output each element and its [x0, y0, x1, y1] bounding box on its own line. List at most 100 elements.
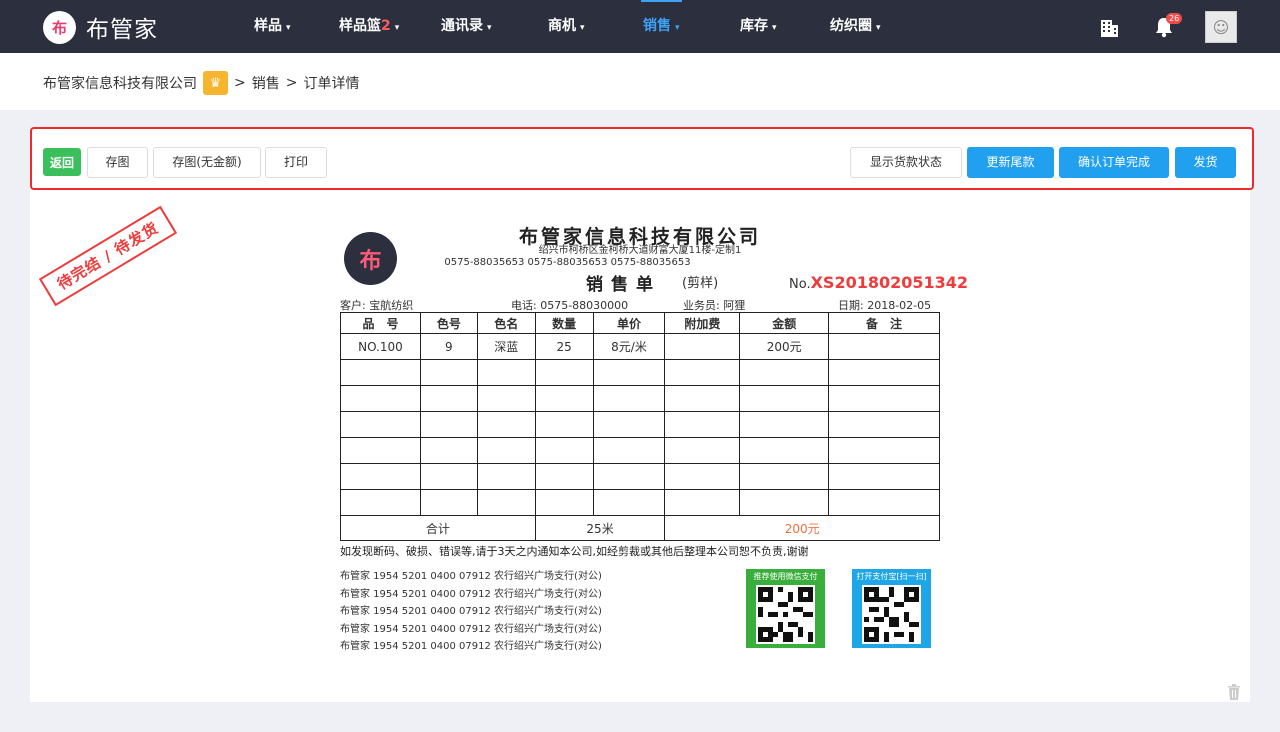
- print-button[interactable]: 打印: [265, 147, 327, 178]
- back-button[interactable]: 返回: [43, 148, 81, 176]
- total-quantity: 25米: [534, 515, 666, 541]
- confirm-complete-button[interactable]: 确认订单完成: [1059, 147, 1169, 178]
- empty-table-row: [340, 463, 940, 490]
- order-number-prefix: No.: [789, 277, 811, 292]
- total-label: 合计: [340, 515, 536, 541]
- table-cell: NO.100: [340, 333, 421, 360]
- order-number: No.XS201802051342: [789, 273, 968, 292]
- logo-icon: 布: [43, 10, 76, 44]
- bank-account-line: 布管家 1954 5201 0400 07912 农行绍兴广场支行(对公): [340, 624, 602, 635]
- chevron-down-icon: ▾: [675, 23, 680, 33]
- alipay-caption: 打开支付宝[扫一扫]: [856, 572, 927, 581]
- nav-item-label: 库存: [740, 18, 768, 34]
- show-payment-status-button[interactable]: 显示货款状态: [850, 147, 962, 178]
- column-header: 色名: [476, 312, 536, 334]
- column-header: 色号: [419, 312, 478, 334]
- salesperson-info: 业务员: 阿狸: [683, 299, 746, 312]
- nav-item-label: 纺织圈: [830, 18, 872, 34]
- nav-item-inventory[interactable]: 库存 ▾: [740, 0, 777, 53]
- app-name: 布管家: [86, 17, 158, 43]
- nav-item-opportunities[interactable]: 商机 ▾: [548, 0, 585, 53]
- nav-item-sample-basket[interactable]: 样品篮2 ▾: [339, 0, 399, 53]
- column-header: 备 注: [828, 312, 940, 334]
- breadcrumb-order-detail: 订单详情: [303, 76, 360, 92]
- nav-item-label: 销售: [643, 18, 671, 34]
- return-policy-notice: 如发现断码、破损、错误等,请于3天之内通知本公司,如经剪裁或其他后整理本公司恕不…: [340, 545, 809, 558]
- column-header: 数量: [534, 312, 594, 334]
- company-address: 绍兴市柯桥区金柯桥大道财富大厦11楼-定制1: [538, 245, 742, 256]
- nav-item-contacts[interactable]: 通讯录 ▾: [441, 0, 492, 53]
- chevron-down-icon: ▾: [876, 23, 881, 33]
- table-cell: 8元/米: [592, 333, 666, 360]
- nav-item-label: 通讯录: [441, 18, 483, 34]
- empty-table-row: [340, 385, 940, 412]
- wechat-pay-qr: 推荐使用微信支付: [746, 569, 825, 648]
- nav-item-label: 商机: [548, 18, 576, 34]
- qr-code-icon: [862, 585, 921, 644]
- nav-item-label: 样品: [254, 18, 282, 34]
- chevron-down-icon: ▾: [772, 23, 777, 33]
- alipay-qr: 打开支付宝[扫一扫]: [852, 569, 931, 648]
- breadcrumb-separator: >: [285, 75, 298, 91]
- table-cell: 200元: [739, 333, 830, 360]
- order-number-value: XS201802051342: [810, 273, 969, 292]
- notification-badge: 26: [1166, 13, 1183, 24]
- building-icon[interactable]: [1098, 16, 1120, 42]
- table-header-row: 品 号 色号 色名 数量 单价 附加费 金额 备 注: [340, 312, 940, 334]
- document-title: 销售单: [586, 275, 661, 295]
- empty-table-row: [340, 411, 940, 438]
- breadcrumb-sales[interactable]: 销售: [252, 73, 280, 93]
- wechat-pay-caption: 推荐使用微信支付: [753, 572, 818, 581]
- company-phones: 0575-88035653 0575-88035653 0575-8803565…: [444, 257, 691, 268]
- top-navbar: 布 布管家 样品 ▾ 样品篮2 ▾ 通讯录 ▾ 商机 ▾ 销售 ▾ 库存 ▾ 纺织圈 ▾ 26…: [0, 0, 1280, 53]
- empty-table-row: [340, 437, 940, 464]
- chevron-down-icon: ▾: [394, 23, 400, 33]
- nav-item-sales[interactable]: 销售 ▾: [641, 0, 682, 53]
- breadcrumb-bar: 布管家信息科技有限公司 ♛ > 销售 > 订单详情: [0, 53, 1280, 110]
- column-header: 附加费: [664, 312, 741, 334]
- qr-code-icon: [756, 585, 815, 644]
- column-header: 单价: [592, 312, 666, 334]
- table-cell: 25: [534, 333, 594, 360]
- trash-icon[interactable]: [1227, 684, 1241, 704]
- total-row: 合计 25米 200元: [340, 515, 940, 541]
- column-header: 品 号: [340, 312, 421, 334]
- document-subtitle: (剪样): [682, 276, 719, 291]
- chevron-down-icon: ▾: [487, 23, 492, 33]
- breadcrumb-separator: >: [234, 75, 246, 91]
- basket-count: 2: [381, 18, 391, 34]
- phone-info: 电话: 0575-88030000: [511, 299, 629, 312]
- date-info: 日期: 2018-02-05: [838, 299, 932, 312]
- save-image-no-amount-button[interactable]: 存图(无金额): [153, 147, 261, 178]
- total-amount: 200元: [664, 515, 940, 541]
- table-cell: [828, 333, 940, 360]
- nav-item-samples[interactable]: 样品 ▾: [254, 0, 291, 53]
- bank-account-line: 布管家 1954 5201 0400 07912 农行绍兴广场支行(对公): [340, 589, 602, 600]
- ship-button[interactable]: 发货: [1175, 147, 1236, 178]
- nav-item-textile-circle[interactable]: 纺织圈 ▾: [830, 0, 881, 53]
- table-cell: [664, 333, 741, 360]
- chevron-down-icon: ▾: [286, 23, 291, 33]
- company-logo-glyph: 布: [359, 248, 382, 274]
- bank-account-line: 布管家 1954 5201 0400 07912 农行绍兴广场支行(对公): [340, 606, 602, 617]
- customer-info: 客户: 宝航纺织: [340, 299, 414, 312]
- column-header: 金额: [739, 312, 830, 334]
- breadcrumb-company[interactable]: 布管家信息科技有限公司: [43, 73, 197, 93]
- app-logo[interactable]: 布 布管家: [43, 10, 158, 44]
- update-balance-button[interactable]: 更新尾款: [967, 147, 1054, 178]
- bank-account-line: 布管家 1954 5201 0400 07912 农行绍兴广场支行(对公): [340, 641, 602, 652]
- nav-item-label: 样品篮: [339, 18, 381, 34]
- empty-table-row: [340, 489, 940, 516]
- table-cell: 深蓝: [476, 333, 536, 360]
- breadcrumb: 布管家信息科技有限公司 ♛ > 销售 > 订单详情: [43, 71, 365, 95]
- bank-account-line: 布管家 1954 5201 0400 07912 农行绍兴广场支行(对公): [340, 571, 602, 582]
- company-logo: 布: [344, 232, 397, 285]
- empty-table-row: [340, 359, 940, 386]
- avatar[interactable]: ☺: [1205, 11, 1237, 43]
- table-cell: 9: [419, 333, 478, 360]
- save-image-button[interactable]: 存图: [87, 147, 148, 178]
- order-table: 品 号 色号 色名 数量 单价 附加费 金额 备 注 NO.100 9 深蓝 2…: [340, 312, 940, 541]
- table-row: NO.100 9 深蓝 25 8元/米 200元: [340, 333, 940, 360]
- crown-icon: ♛: [203, 71, 228, 95]
- chevron-down-icon: ▾: [580, 23, 585, 33]
